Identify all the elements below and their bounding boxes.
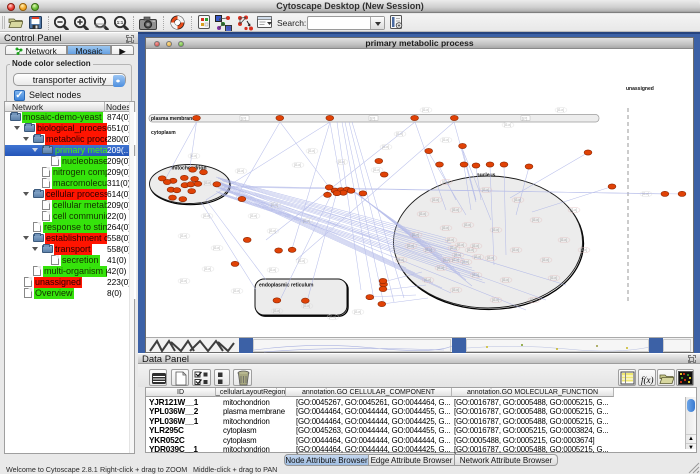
svg-text:[G-x]: [G-x] bbox=[397, 258, 404, 262]
svg-text:[G-x]: [G-x] bbox=[204, 267, 211, 271]
svg-text:[G-x]: [G-x] bbox=[462, 260, 469, 264]
svg-text:[G-x]: [G-x] bbox=[560, 238, 567, 242]
svg-text:[G-x]: [G-x] bbox=[492, 228, 499, 232]
svg-text:[G-x]: [G-x] bbox=[204, 181, 211, 185]
svg-text:cytoplasm: cytoplasm bbox=[151, 130, 176, 136]
svg-text:[G-x]: [G-x] bbox=[442, 180, 449, 184]
svg-text:[c=]: [c=] bbox=[370, 117, 375, 121]
svg-text:[G-x]: [G-x] bbox=[472, 244, 479, 248]
svg-text:[G-x]: [G-x] bbox=[514, 198, 521, 202]
svg-text:[G-x]: [G-x] bbox=[407, 244, 414, 248]
svg-text:1:1: 1:1 bbox=[117, 20, 124, 25]
svg-text:[G-x]: [G-x] bbox=[396, 132, 403, 136]
svg-text:[G-x]: [G-x] bbox=[213, 246, 220, 250]
svg-text:[G-x]: [G-x] bbox=[447, 238, 454, 242]
svg-text:endoplasmic reticulum: endoplasmic reticulum bbox=[259, 283, 314, 289]
svg-text:[G-x]: [G-x] bbox=[487, 256, 494, 260]
svg-text:[G-x]: [G-x] bbox=[373, 168, 380, 172]
svg-text:[G-x]: [G-x] bbox=[482, 188, 489, 192]
svg-text:nucleus: nucleus bbox=[477, 173, 496, 179]
svg-text:plasma membrane: plasma membrane bbox=[151, 116, 195, 122]
svg-text:[G-x]: [G-x] bbox=[454, 253, 461, 257]
svg-text:[G-x]: [G-x] bbox=[542, 258, 549, 262]
svg-text:[G-x]: [G-x] bbox=[294, 163, 301, 167]
svg-text:[G-x]: [G-x] bbox=[442, 226, 449, 230]
svg-text:[G-x]: [G-x] bbox=[338, 160, 345, 164]
svg-text:[G-x]: [G-x] bbox=[452, 288, 459, 292]
svg-text:[G-x]: [G-x] bbox=[237, 169, 244, 173]
svg-text:[G-x]: [G-x] bbox=[452, 208, 459, 212]
svg-text:[G-x]: [G-x] bbox=[203, 214, 210, 218]
svg-text:[G-x]: [G-x] bbox=[422, 108, 429, 112]
svg-text:[G-x]: [G-x] bbox=[298, 259, 305, 263]
svg-text:[G-x]: [G-x] bbox=[442, 138, 449, 142]
svg-text:[G-x]: [G-x] bbox=[474, 255, 481, 259]
svg-text:[G-x]: [G-x] bbox=[550, 276, 557, 280]
svg-text:[G-x]: [G-x] bbox=[437, 266, 444, 270]
svg-text:[G-x]: [G-x] bbox=[464, 223, 471, 227]
svg-text:[G-x]: [G-x] bbox=[530, 298, 537, 302]
svg-text:[c=]: [c=] bbox=[522, 117, 527, 121]
svg-text:[G-x]: [G-x] bbox=[570, 208, 577, 212]
svg-text:[G-x]: [G-x] bbox=[329, 315, 336, 319]
svg-text:[G-x]: [G-x] bbox=[354, 310, 361, 314]
svg-text:[G-x]: [G-x] bbox=[532, 218, 539, 222]
svg-text:[G-x]: [G-x] bbox=[303, 304, 310, 308]
svg-text:unassigned: unassigned bbox=[626, 86, 654, 92]
svg-text:[G-x]: [G-x] bbox=[424, 278, 431, 282]
svg-text:[G-x]: [G-x] bbox=[419, 212, 426, 216]
svg-text:[G-x]: [G-x] bbox=[233, 289, 240, 293]
svg-text:[G-x]: [G-x] bbox=[180, 234, 187, 238]
svg-text:[G-x]: [G-x] bbox=[180, 279, 187, 283]
svg-text:[G-x]: [G-x] bbox=[382, 145, 389, 149]
svg-text:[G-x]: [G-x] bbox=[271, 203, 278, 207]
svg-text:[G-x]: [G-x] bbox=[443, 258, 450, 262]
svg-text:[G-x]: [G-x] bbox=[190, 154, 197, 158]
svg-text:[G-x]: [G-x] bbox=[472, 273, 479, 277]
svg-text:[G-x]: [G-x] bbox=[308, 149, 315, 153]
svg-text:[G-x]: [G-x] bbox=[412, 233, 419, 237]
svg-text:[G-x]: [G-x] bbox=[269, 268, 276, 272]
svg-text:[G-x]: [G-x] bbox=[557, 108, 564, 112]
svg-text:[G-x]: [G-x] bbox=[452, 258, 459, 262]
svg-text:[G-x]: [G-x] bbox=[432, 198, 439, 202]
svg-text:[G-x]: [G-x] bbox=[492, 298, 499, 302]
svg-text:[G-x]: [G-x] bbox=[580, 248, 587, 252]
svg-text:[G-x]: [G-x] bbox=[273, 309, 280, 313]
svg-text:[G-x]: [G-x] bbox=[303, 219, 310, 223]
svg-text:[G-x]: [G-x] bbox=[504, 123, 511, 127]
svg-text:[G-x]: [G-x] bbox=[457, 243, 464, 247]
svg-text:[G-x]: [G-x] bbox=[250, 214, 257, 218]
svg-text:[G-x]: [G-x] bbox=[450, 246, 457, 250]
svg-text:[G-x]: [G-x] bbox=[502, 278, 509, 282]
svg-text:[G-x]: [G-x] bbox=[425, 248, 432, 252]
svg-text:[G-x]: [G-x] bbox=[269, 229, 276, 233]
svg-text:[G-x]: [G-x] bbox=[642, 192, 649, 196]
svg-text:[c=]: [c=] bbox=[241, 117, 246, 121]
svg-text:[G-x]: [G-x] bbox=[512, 248, 519, 252]
